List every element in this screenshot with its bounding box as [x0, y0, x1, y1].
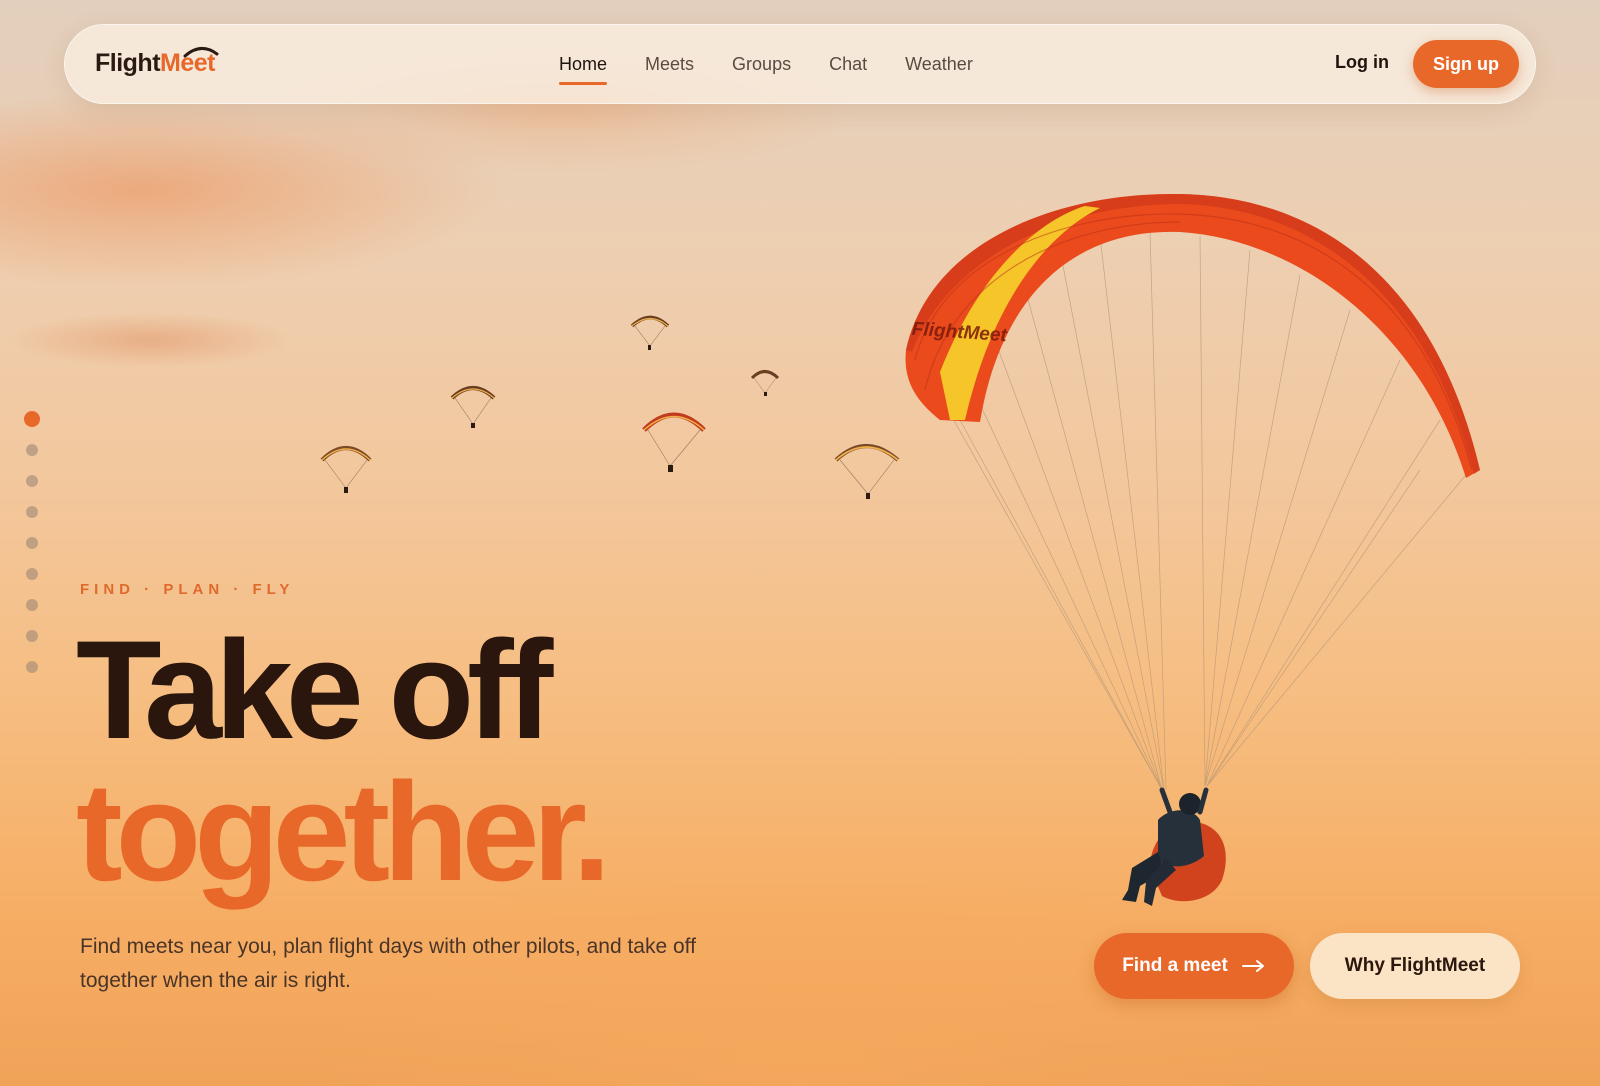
arrow-right-icon [1241, 960, 1264, 972]
nav-meets[interactable]: Meets [645, 54, 694, 75]
top-navbar: FlightMeet Home Meets Groups Chat Weathe… [64, 24, 1536, 104]
nav-weather[interactable]: Weather [905, 54, 973, 75]
slide-dot[interactable] [26, 444, 38, 456]
slide-dot[interactable] [26, 630, 38, 642]
main-paraglider: FlightMeet [905, 193, 1480, 906]
hero-eyebrow: FIND · PLAN · FLY [80, 581, 295, 598]
slide-dot[interactable] [26, 506, 38, 518]
slide-dot[interactable] [26, 475, 38, 487]
brand-logo-word-1: Flight [95, 49, 161, 77]
slide-dot[interactable] [26, 537, 38, 549]
main-menu: Home Meets Groups Chat Weather [559, 25, 1011, 103]
hero-lead: Find meets near you, plan flight days wi… [80, 935, 696, 992]
find-a-meet-label: Find a meet [1122, 955, 1228, 976]
why-flightmeet-button[interactable]: Why FlightMeet [1310, 933, 1520, 999]
distant-paraglider [642, 412, 706, 472]
distant-paraglider [450, 386, 496, 428]
slide-dot[interactable] [26, 661, 38, 673]
slide-dot[interactable] [26, 599, 38, 611]
wing-arc-icon [183, 47, 219, 58]
distant-paraglider [834, 444, 900, 499]
signup-button[interactable]: Sign up [1413, 40, 1519, 88]
slide-dot-active[interactable] [24, 411, 40, 427]
brand-logo[interactable]: FlightMeet [95, 47, 219, 83]
distant-paraglider [750, 370, 780, 396]
distant-paraglider [320, 446, 372, 493]
slide-indicator [24, 411, 40, 692]
nav-home[interactable]: Home [559, 54, 608, 85]
slide-dot[interactable] [26, 568, 38, 580]
hero-title-line-1: Take off [76, 611, 553, 768]
hero-title-line-2: together. [76, 753, 611, 910]
find-a-meet-button[interactable]: Find a meet [1094, 933, 1294, 999]
login-link[interactable]: Log in [1335, 52, 1389, 73]
nav-groups[interactable]: Groups [732, 54, 791, 75]
nav-chat[interactable]: Chat [829, 54, 867, 75]
hero-photo-paragliders: FlightMeet [320, 193, 1480, 906]
distant-paraglider [630, 315, 670, 350]
